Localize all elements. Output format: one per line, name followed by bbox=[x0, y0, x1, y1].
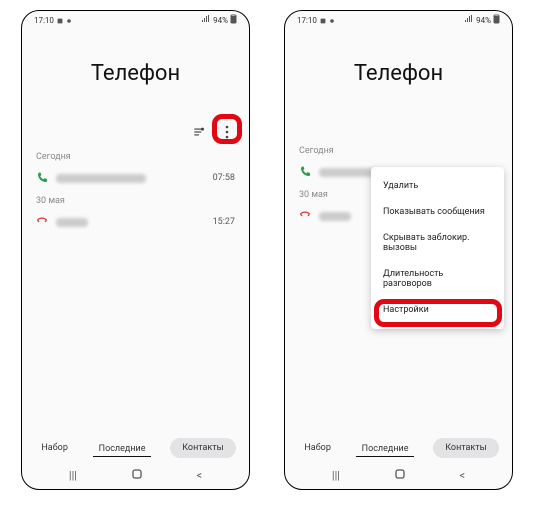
system-nav: ||| < bbox=[285, 464, 512, 489]
phone-frame-left: 17:10 94% Телефон Сегодня 07:58 30 мая 1… bbox=[21, 10, 250, 490]
blurred-contact-name bbox=[319, 168, 379, 177]
menu-settings[interactable]: Настройки bbox=[371, 297, 504, 323]
blurred-contact-name bbox=[56, 174, 146, 183]
toolbar bbox=[22, 122, 249, 146]
status-app-icon bbox=[320, 17, 326, 23]
outgoing-call-icon bbox=[36, 172, 48, 184]
sys-home-icon[interactable] bbox=[394, 468, 406, 483]
call-time: 07:58 bbox=[213, 173, 235, 183]
missed-call-icon bbox=[36, 216, 48, 228]
system-nav: ||| < bbox=[22, 464, 249, 489]
clock-text: 17:10 bbox=[297, 16, 317, 25]
menu-call-duration[interactable]: Длительность разговоров bbox=[371, 261, 504, 297]
sys-back-icon[interactable]: < bbox=[460, 469, 466, 482]
overflow-menu: Удалить Показывать сообщения Скрывать за… bbox=[371, 167, 504, 329]
nav-keypad[interactable]: Набор bbox=[298, 439, 336, 457]
page-title: Телефон bbox=[22, 61, 249, 86]
status-notif-icon bbox=[329, 17, 335, 23]
filter-icon[interactable] bbox=[191, 124, 207, 140]
nav-keypad[interactable]: Набор bbox=[35, 439, 73, 457]
nav-contacts[interactable]: Контакты bbox=[170, 438, 235, 458]
section-today: Сегодня bbox=[285, 140, 512, 160]
call-entry[interactable]: 15:27 bbox=[22, 210, 249, 234]
nav-recents[interactable]: Последние bbox=[356, 440, 415, 457]
bottom-nav: Набор Последние Контакты bbox=[285, 432, 512, 464]
bottom-nav: Набор Последние Контакты bbox=[22, 432, 249, 464]
clock-text: 17:10 bbox=[34, 16, 54, 25]
battery-text: 94% bbox=[213, 16, 228, 25]
header: Телефон bbox=[22, 29, 249, 122]
status-bar: 17:10 94% bbox=[22, 11, 249, 29]
status-app-icon bbox=[57, 17, 63, 23]
signal-icon bbox=[201, 15, 211, 25]
sys-recents-icon[interactable]: ||| bbox=[69, 469, 77, 482]
outgoing-call-icon bbox=[299, 166, 311, 178]
signal-icon bbox=[464, 15, 474, 25]
call-entry[interactable]: 07:58 bbox=[22, 166, 249, 190]
blurred-contact-name bbox=[319, 212, 351, 221]
call-time: 15:27 bbox=[213, 217, 235, 227]
battery-icon bbox=[230, 14, 237, 26]
battery-text: 94% bbox=[476, 16, 491, 25]
toolbar bbox=[285, 122, 512, 140]
status-notif-icon bbox=[66, 17, 72, 23]
status-bar: 17:10 94% bbox=[285, 11, 512, 29]
section-today: Сегодня bbox=[22, 146, 249, 166]
battery-icon bbox=[493, 14, 500, 26]
missed-call-icon bbox=[299, 210, 311, 222]
more-icon[interactable] bbox=[219, 124, 235, 140]
section-may30: 30 мая bbox=[22, 190, 249, 210]
header: Телефон bbox=[285, 29, 512, 122]
nav-recents[interactable]: Последние bbox=[93, 440, 152, 457]
sys-recents-icon[interactable]: ||| bbox=[332, 469, 340, 482]
sys-back-icon[interactable]: < bbox=[197, 469, 203, 482]
sys-home-icon[interactable] bbox=[131, 468, 143, 483]
menu-hide-blocked[interactable]: Скрывать заблокир. вызовы bbox=[371, 225, 504, 261]
phone-frame-right: 17:10 94% Телефон Сегодня 30 мая Удалить… bbox=[284, 10, 513, 490]
page-title: Телефон bbox=[285, 61, 512, 86]
menu-delete[interactable]: Удалить bbox=[371, 173, 504, 199]
blurred-contact-name bbox=[56, 218, 88, 227]
nav-contacts[interactable]: Контакты bbox=[433, 438, 498, 458]
menu-show-messages[interactable]: Показывать сообщения bbox=[371, 199, 504, 225]
